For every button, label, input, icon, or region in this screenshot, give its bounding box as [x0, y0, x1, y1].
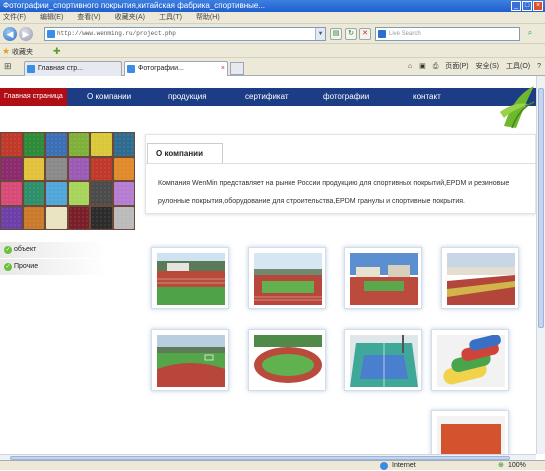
tab-photos[interactable]: Фотографии... × — [124, 61, 228, 76]
command-bar: ⌂ ▣ ⎙ 页面(P) 安全(S) 工具(O) ? — [408, 60, 541, 74]
address-field[interactable]: http://www.wenming.ru/project.php ▼ — [44, 27, 326, 41]
leaf-logo-icon — [500, 86, 535, 129]
address-toolbar: ◀ ▶ http://www.wenming.ru/project.php ▼ … — [0, 24, 545, 44]
compatibility-icon[interactable]: ▤ — [330, 28, 342, 40]
nav-about[interactable]: О компании — [87, 88, 131, 106]
scroll-thumb[interactable] — [538, 88, 544, 328]
web-content: Главная страница О компании продукция се… — [0, 76, 536, 454]
address-url: http://www.wenming.ru/project.php — [57, 30, 176, 37]
court-photo — [350, 335, 418, 387]
rubber-sample-photo — [437, 416, 505, 454]
new-tab-button[interactable] — [230, 62, 244, 75]
about-tab-title: О компании — [147, 143, 223, 163]
search-input[interactable]: Live Search — [375, 27, 520, 41]
nav-home[interactable]: Главная страница — [0, 88, 67, 106]
favorites-label[interactable]: 收藏夹 — [12, 49, 33, 56]
favorites-bar: ★ 收藏夹 ✚ — [0, 44, 545, 58]
forward-button[interactable]: ▶ — [19, 27, 33, 41]
live-search-icon — [378, 30, 386, 38]
nav-contact[interactable]: контакт — [413, 88, 441, 106]
track-photo — [157, 335, 225, 387]
menu-edit[interactable]: 编辑(E) — [40, 12, 63, 23]
photo-thumbnail[interactable] — [248, 247, 326, 309]
tab-close-icon[interactable]: × — [221, 62, 225, 76]
side-item-label: объект — [14, 246, 37, 253]
minimize-button[interactable]: _ — [511, 1, 521, 11]
track-photo — [254, 253, 322, 305]
page-icon — [47, 30, 55, 38]
photo-thumbnail[interactable] — [431, 410, 509, 454]
stop-icon[interactable]: ✕ — [359, 28, 371, 40]
search-placeholder: Live Search — [389, 31, 421, 37]
check-icon: ✓ — [4, 263, 12, 271]
window-title: Фотографии_спортивного покрытия,китайска… — [3, 1, 266, 10]
window-titlebar: Фотографии_спортивного покрытия,китайска… — [0, 0, 545, 12]
safety-menu[interactable]: 安全(S) — [476, 60, 499, 74]
photo-thumbnail[interactable] — [344, 247, 422, 309]
rubber-rolls-photo — [437, 335, 505, 387]
menu-tools[interactable]: 工具(T) — [159, 12, 182, 23]
maximize-button[interactable]: □ — [522, 1, 532, 11]
nav-products[interactable]: продукция — [168, 88, 207, 106]
close-window-button[interactable]: × — [533, 1, 543, 11]
menu-file[interactable]: 文件(F) — [3, 12, 26, 23]
help-icon[interactable]: ? — [537, 60, 541, 74]
track-photo — [447, 253, 515, 305]
vertical-scrollbar[interactable] — [536, 76, 545, 454]
add-favorite-icon[interactable]: ✚ — [53, 46, 61, 56]
tools-menu[interactable]: 工具(O) — [506, 60, 530, 74]
photo-thumbnail[interactable] — [431, 329, 509, 391]
check-icon: ✓ — [4, 246, 12, 254]
home-icon[interactable]: ⌂ — [408, 60, 412, 74]
about-text: Компания WenMin представляет на рынке Ро… — [158, 180, 510, 205]
tab-page-icon — [27, 65, 35, 73]
photo-thumbnail[interactable] — [344, 329, 422, 391]
tab-home[interactable]: Главная стр... — [24, 61, 122, 76]
menu-view[interactable]: 查看(V) — [77, 12, 100, 23]
print-icon[interactable]: ⎙ — [433, 60, 439, 74]
refresh-icon[interactable]: ↻ — [345, 28, 357, 40]
about-divider — [145, 163, 536, 164]
internet-zone-icon — [380, 462, 388, 470]
track-photo — [157, 253, 225, 305]
side-item-label: Прочие — [14, 263, 39, 270]
nav-certificate[interactable]: сертификат — [245, 88, 289, 106]
search-icon[interactable]: ⌕ — [524, 28, 536, 40]
site-nav: Главная страница О компании продукция се… — [0, 88, 536, 106]
menu-favorites[interactable]: 收藏夹(A) — [115, 12, 145, 23]
menu-bar: 文件(F) 编辑(E) 查看(V) 收藏夹(A) 工具(T) 帮助(H) — [0, 12, 545, 24]
menu-help[interactable]: 帮助(H) — [196, 12, 220, 23]
status-bar: Internet ⊕ 100% — [0, 460, 545, 470]
side-item-other[interactable]: ✓ Прочие — [0, 259, 108, 275]
nav-photos[interactable]: фотографии — [323, 88, 369, 106]
tab-label: Фотографии... — [138, 65, 184, 72]
favorites-star-icon[interactable]: ★ — [2, 46, 10, 56]
page-menu[interactable]: 页面(P) — [445, 60, 468, 74]
track-photo — [254, 335, 322, 383]
back-button[interactable]: ◀ — [3, 27, 17, 41]
photo-thumbnail[interactable] — [151, 247, 229, 309]
tab-page-icon — [127, 65, 135, 73]
photo-thumbnail[interactable] — [151, 329, 229, 391]
rubber-granules-image — [0, 132, 135, 230]
photo-thumbnail[interactable] — [248, 329, 326, 391]
tab-label: Главная стр... — [38, 65, 84, 72]
photo-thumbnail[interactable] — [441, 247, 519, 309]
side-item-object[interactable]: ✓ объект — [0, 242, 108, 258]
feeds-icon[interactable]: ▣ — [419, 60, 426, 74]
track-photo — [350, 253, 418, 305]
address-dropdown-icon[interactable]: ▼ — [315, 28, 325, 40]
quick-tabs-icon[interactable]: ⊞ — [4, 61, 12, 72]
tab-bar: ⊞ Главная стр... Фотографии... × ⌂ ▣ ⎙ 页… — [0, 58, 545, 76]
